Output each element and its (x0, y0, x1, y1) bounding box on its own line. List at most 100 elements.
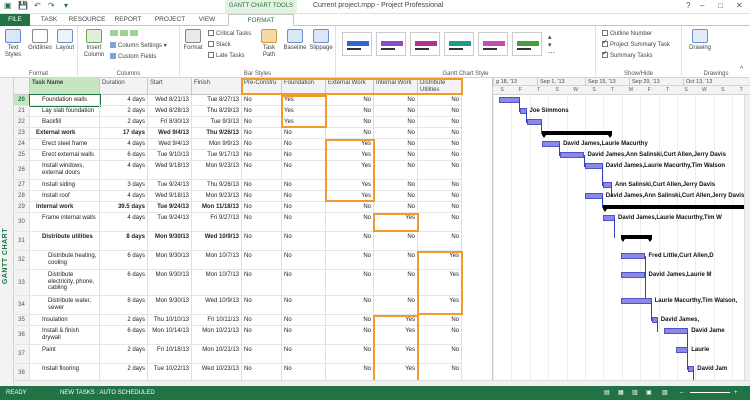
internal-cell[interactable]: No (374, 128, 418, 139)
insert-column-button[interactable]: Insert Column (81, 29, 107, 59)
start-cell[interactable]: Fri 10/18/13 (148, 345, 192, 364)
internal-cell[interactable]: No (374, 117, 418, 128)
start-cell[interactable]: Mon 9/30/13 (148, 296, 192, 315)
task-usage-icon[interactable]: ▦ (618, 386, 624, 400)
distribute-cell[interactable]: No (418, 95, 462, 106)
gantt-style-swatch-3[interactable] (410, 32, 440, 56)
zoom-out-icon[interactable]: – (680, 386, 683, 400)
gallery-more-icon[interactable]: ⋯ (548, 50, 555, 58)
preconst-cell[interactable]: No (242, 326, 282, 345)
duration-cell[interactable]: 4 days (100, 95, 148, 106)
preconst-cell[interactable]: No (242, 315, 282, 326)
text-styles-button[interactable]: Text Styles (2, 29, 24, 59)
duration-cell[interactable]: 2 days (100, 315, 148, 326)
start-cell[interactable]: Mon 10/14/13 (148, 326, 192, 345)
gallery-scroll-up-icon[interactable]: ▴ (548, 34, 552, 42)
task-name-cell[interactable]: Install windows, external doors (30, 161, 100, 180)
foundation-cell[interactable]: No (282, 345, 326, 364)
preconst-cell[interactable]: No (242, 161, 282, 180)
row-id[interactable]: 31 (14, 232, 30, 251)
finish-cell[interactable]: Tue 9/3/13 (192, 117, 242, 128)
internal-cell[interactable]: No (374, 232, 418, 251)
row-id[interactable]: 21 (14, 106, 30, 117)
duration-cell[interactable]: 39.5 days (100, 202, 148, 213)
foundation-cell[interactable]: No (282, 213, 326, 232)
task-bar[interactable] (663, 328, 689, 334)
internal-cell[interactable]: No (374, 139, 418, 150)
start-cell[interactable]: Tue 9/24/13 (148, 180, 192, 191)
start-cell[interactable]: Wed 9/4/13 (148, 128, 192, 139)
internal-cell[interactable]: No (374, 150, 418, 161)
duration-cell[interactable]: 2 days (100, 106, 148, 117)
start-cell[interactable]: Wed 8/21/13 (148, 95, 192, 106)
task-bar[interactable] (584, 163, 603, 169)
baseline-button[interactable]: Baseline (282, 29, 308, 52)
external-cell[interactable]: No (326, 270, 374, 296)
column-header-name[interactable]: Task Name (30, 78, 100, 95)
start-cell[interactable]: Thu 10/10/13 (148, 315, 192, 326)
external-cell[interactable]: No (326, 326, 374, 345)
report-icon[interactable]: ▧ (662, 386, 668, 400)
foundation-cell[interactable]: No (282, 296, 326, 315)
task-name-cell[interactable]: Distribute water, sewer (30, 296, 100, 315)
external-cell[interactable]: No (326, 128, 374, 139)
start-cell[interactable]: Tue 9/24/13 (148, 213, 192, 232)
task-name-cell[interactable]: Distribute utilities (30, 232, 100, 251)
task-name-cell[interactable]: External work (30, 128, 100, 139)
finish-cell[interactable]: Mon 10/21/13 (192, 326, 242, 345)
duration-cell[interactable]: 4 days (100, 139, 148, 150)
external-cell[interactable]: No (326, 202, 374, 213)
column-settings-button[interactable] (110, 30, 140, 38)
task-bar[interactable] (621, 253, 646, 259)
tab-task[interactable]: TASK (36, 14, 62, 26)
duration-cell[interactable]: 4 days (100, 161, 148, 180)
close-icon[interactable]: ✕ (736, 1, 743, 10)
task-name-cell[interactable]: Insulation (30, 315, 100, 326)
start-cell[interactable]: Wed 9/18/13 (148, 191, 192, 202)
distribute-cell[interactable]: No (418, 139, 462, 150)
tab-report[interactable]: REPORT (112, 14, 144, 26)
preconst-cell[interactable]: No (242, 296, 282, 315)
gridlines-button[interactable]: Gridlines (26, 29, 54, 52)
external-cell[interactable]: No (326, 232, 374, 251)
foundation-cell[interactable]: No (282, 232, 326, 251)
duration-cell[interactable]: 6 days (100, 270, 148, 296)
row-id[interactable]: 30 (14, 213, 30, 232)
zoom-slider[interactable] (690, 392, 730, 393)
external-cell[interactable]: No (326, 106, 374, 117)
duration-cell[interactable]: 2 days (100, 345, 148, 364)
external-cell[interactable]: No (326, 95, 374, 106)
start-cell[interactable]: Mon 9/30/13 (148, 232, 192, 251)
gantt-style-swatch-5[interactable] (478, 32, 508, 56)
duration-cell[interactable]: 6 days (100, 326, 148, 345)
gantt-view-icon[interactable]: ▤ (604, 386, 610, 400)
tab-format[interactable]: FORMAT (228, 14, 294, 26)
duration-cell[interactable]: 6 days (100, 251, 148, 270)
task-bar[interactable] (560, 152, 585, 158)
distribute-cell[interactable]: No (418, 180, 462, 191)
foundation-cell[interactable]: No (282, 150, 326, 161)
task-name-cell[interactable]: Erect external walls (30, 150, 100, 161)
task-bar[interactable] (499, 97, 521, 103)
duration-cell[interactable]: 17 days (100, 128, 148, 139)
foundation-cell[interactable]: No (282, 251, 326, 270)
summary-bar[interactable] (602, 205, 750, 212)
external-cell[interactable]: No (326, 345, 374, 364)
redo-icon[interactable]: ↷ (48, 1, 55, 10)
row-id[interactable]: 26 (14, 161, 30, 180)
vertical-scrollbar[interactable] (744, 95, 750, 386)
minimize-icon[interactable]: – (700, 1, 704, 10)
project-summary-task-checkbox[interactable]: Project Summary Task (602, 39, 670, 49)
preconst-cell[interactable]: No (242, 270, 282, 296)
summary-bar[interactable] (621, 235, 652, 242)
bar-format-button[interactable]: Format (182, 29, 204, 52)
task-bar[interactable] (526, 119, 542, 125)
finish-cell[interactable]: Thu 9/26/13 (192, 180, 242, 191)
finish-cell[interactable]: Mon 11/18/13 (192, 202, 242, 213)
internal-cell[interactable]: No (374, 180, 418, 191)
external-cell[interactable]: No (326, 296, 374, 315)
task-bar[interactable] (621, 272, 646, 278)
duration-cell[interactable]: 8 days (100, 232, 148, 251)
collapse-ribbon-icon[interactable]: ^ (740, 66, 743, 74)
start-cell[interactable]: Wed 9/4/13 (148, 139, 192, 150)
